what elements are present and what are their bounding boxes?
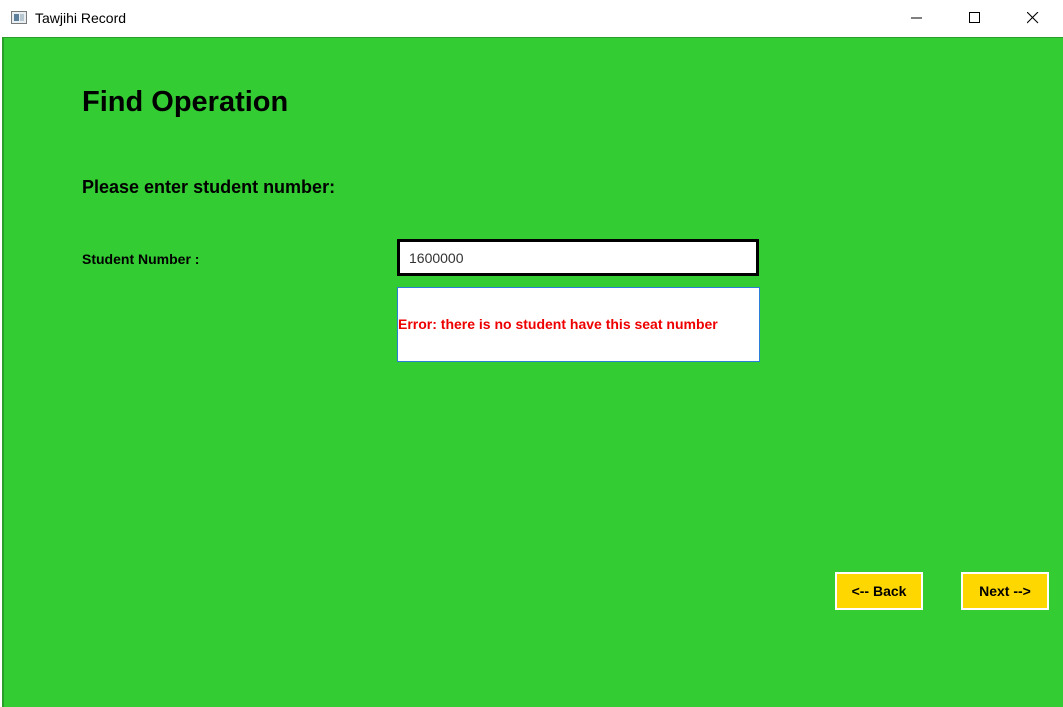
maximize-button[interactable] xyxy=(946,0,1004,36)
error-message-box: Error: there is no student have this sea… xyxy=(397,287,760,362)
maximize-icon xyxy=(969,12,980,23)
page-title: Find Operation xyxy=(82,86,289,118)
error-message: Error: there is no student have this sea… xyxy=(398,316,718,332)
instruction-text: Please enter student number: xyxy=(82,177,336,197)
window-title: Tawjihi Record xyxy=(35,10,127,26)
app-icon xyxy=(11,11,27,24)
close-icon xyxy=(1027,12,1039,24)
student-number-label: Student Number : xyxy=(82,251,200,267)
next-button[interactable]: Next --> xyxy=(961,572,1049,610)
student-number-input[interactable] xyxy=(397,239,759,276)
minimize-icon xyxy=(911,17,922,19)
app-window: Tawjihi Record Find Operation Please ent… xyxy=(0,0,1063,707)
find-operation-panel: Find Operation Please enter student numb… xyxy=(2,37,1063,707)
close-button[interactable] xyxy=(1004,0,1062,36)
back-button[interactable]: <-- Back xyxy=(835,572,923,610)
minimize-button[interactable] xyxy=(888,0,946,36)
title-bar[interactable]: Tawjihi Record xyxy=(0,0,1063,36)
